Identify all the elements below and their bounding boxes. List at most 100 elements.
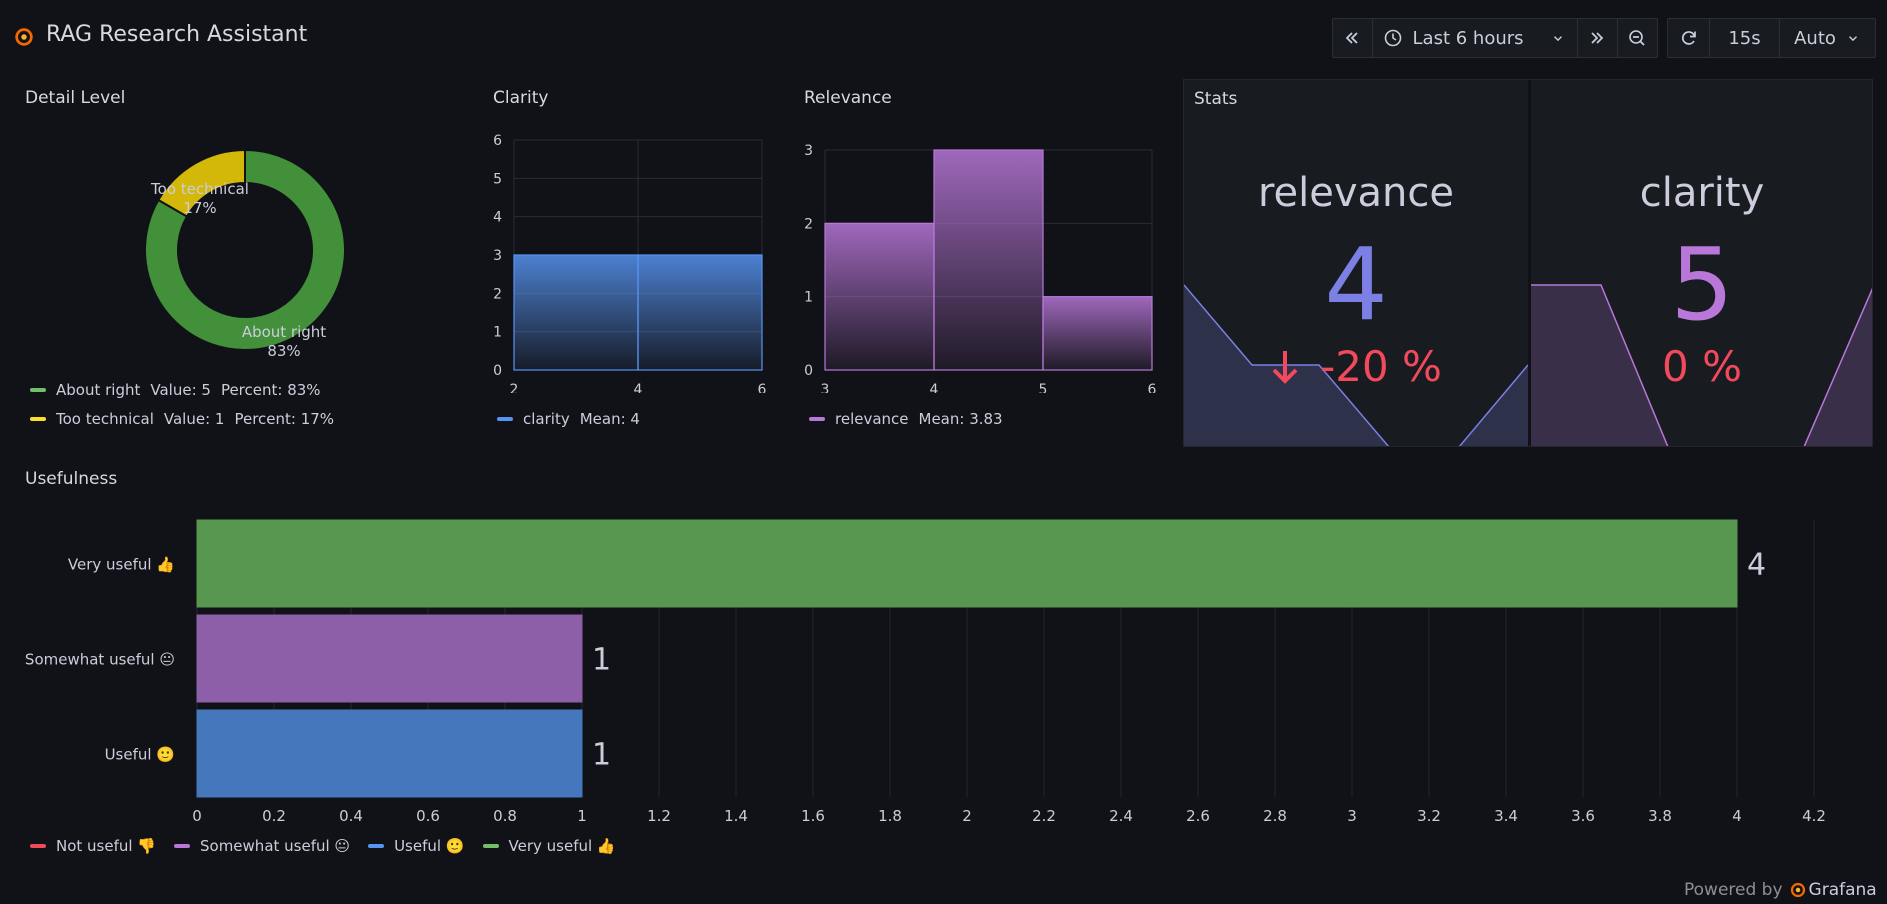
legend-name: relevance	[835, 410, 909, 428]
x-tick-label: 3.2	[1417, 807, 1441, 825]
auto-refresh-picker[interactable]: Auto	[1780, 19, 1874, 57]
bar-0[interactable]	[196, 519, 1738, 608]
legend-value: Value: 5	[150, 381, 211, 399]
slice-label-name: Too technical	[151, 180, 249, 198]
legend-item-about-right[interactable]: About right Value: 5 Percent: 83%	[30, 381, 321, 399]
x-tick-label: 3.6	[1571, 807, 1595, 825]
legend-swatch	[482, 844, 499, 848]
histogram-bar[interactable]	[513, 254, 639, 371]
legend-name: clarity	[523, 410, 570, 428]
clarity-title[interactable]: Clarity	[493, 88, 548, 108]
powered-by-text: Powered by	[1684, 880, 1783, 900]
y-tick-label: 2	[493, 286, 502, 302]
histogram-bar[interactable]	[824, 222, 935, 371]
bar-1[interactable]	[196, 614, 583, 703]
x-tick-label: 1.6	[801, 807, 825, 825]
y-tick-label: 6	[493, 133, 502, 149]
bar-2[interactable]	[196, 709, 583, 798]
category-label: Somewhat useful 😐	[25, 651, 175, 669]
bar-value-label: 1	[592, 643, 611, 678]
x-tick-label: 0	[192, 807, 202, 825]
bar-value-label: 1	[592, 738, 611, 773]
zoom-out-button[interactable]	[1618, 19, 1657, 57]
legend-percent: Percent: 17%	[234, 410, 335, 428]
x-tick-label: 6	[1148, 382, 1157, 393]
y-tick-label: 1	[804, 290, 813, 306]
legend-swatch	[30, 388, 46, 392]
legend-item-too-technical[interactable]: Too technical Value: 1 Percent: 17%	[30, 410, 334, 428]
y-tick-label: 1	[493, 325, 502, 341]
legend-swatch	[497, 417, 513, 421]
arrow-down-icon	[1272, 350, 1298, 384]
y-tick-label: 4	[493, 210, 502, 226]
refresh-button[interactable]	[1668, 19, 1710, 57]
legend-item-very-useful[interactable]: Very useful 👍	[482, 837, 616, 855]
grafana-brand-text: Grafana	[1808, 880, 1877, 900]
legend-item-somewhat-useful[interactable]: Somewhat useful 😐	[174, 837, 350, 855]
bar-value-label: 4	[1747, 548, 1766, 583]
powered-by-footer[interactable]: Powered by Grafana	[1684, 880, 1877, 900]
time-shift-forward-button[interactable]	[1578, 19, 1618, 57]
relevance-title[interactable]: Relevance	[804, 88, 892, 108]
relevance-legend[interactable]: relevance Mean: 3.83	[809, 410, 1003, 428]
slice-label-pct: 17%	[183, 199, 217, 217]
x-tick-label: 6	[758, 382, 767, 393]
x-tick-label: 4	[634, 382, 643, 393]
legend-name: Somewhat useful 😐	[200, 837, 351, 855]
legend-name: Too technical	[56, 410, 154, 428]
clarity-legend[interactable]: clarity Mean: 4	[497, 410, 640, 428]
x-tick-label: 0.2	[262, 807, 286, 825]
x-tick-label: 3.4	[1494, 807, 1518, 825]
chevrons-right-icon	[1591, 32, 1604, 44]
x-tick-label: 3.8	[1648, 807, 1672, 825]
x-tick-label: 2.6	[1186, 807, 1210, 825]
histogram-bar[interactable]	[637, 254, 763, 371]
dashboard-title: RAG Research Assistant	[46, 22, 308, 47]
legend-item-useful[interactable]: Useful 🙂	[368, 837, 465, 855]
y-tick-label: 2	[804, 216, 813, 232]
legend-item-not-useful[interactable]: Not useful 👎	[30, 837, 156, 855]
usefulness-title[interactable]: Usefulness	[25, 469, 117, 489]
x-tick-label: 3	[1347, 807, 1357, 825]
legend-value: Value: 1	[163, 410, 225, 428]
legend-swatch	[30, 417, 46, 421]
clock-icon	[1384, 29, 1401, 47]
legend-swatch	[368, 844, 385, 848]
y-tick-label: 3	[493, 248, 502, 264]
x-tick-label: 1.2	[647, 807, 671, 825]
x-tick-label: 0.6	[416, 807, 440, 825]
x-tick-label: 0.4	[339, 807, 363, 825]
x-tick-label: 2.2	[1032, 807, 1056, 825]
stat-value-clarity: 5	[1670, 226, 1734, 343]
time-range-label: Last 6 hours	[1412, 27, 1524, 49]
stat-label-clarity: clarity	[1639, 170, 1765, 216]
category-label: Useful 🙂	[105, 746, 175, 764]
legend-swatch	[174, 844, 190, 848]
detail-level-title[interactable]: Detail Level	[25, 88, 125, 108]
y-tick-label: 0	[493, 363, 502, 379]
time-range-picker[interactable]: Last 6 hours	[1373, 19, 1579, 57]
histogram-bar[interactable]	[933, 149, 1044, 371]
time-shift-back-button[interactable]	[1333, 19, 1373, 57]
legend-name: About right	[56, 381, 141, 399]
legend-mean: Mean: 3.83	[918, 410, 1003, 428]
chevron-down-icon	[1848, 36, 1857, 42]
stat-change-relevance: -20 %	[1184, 342, 1528, 391]
clarity-histogram: 0 1 2 3 4 5 6 2 4 6	[493, 133, 767, 393]
category-label: Very useful 👍	[68, 556, 175, 574]
slice-label-about-right: About right 83%	[234, 323, 334, 361]
stat-value-relevance: 4	[1324, 226, 1388, 343]
legend-name: Very useful 👍	[508, 837, 616, 855]
legend-mean: Mean: 4	[579, 410, 640, 428]
time-picker-group: Last 6 hours	[1332, 18, 1658, 58]
legend-swatch	[809, 417, 825, 421]
y-tick-label: 3	[804, 143, 813, 159]
y-tick-label: 0	[804, 363, 813, 379]
x-tick-label: 1	[577, 807, 587, 825]
x-tick-label: 1.4	[724, 807, 748, 825]
refresh-interval-label[interactable]: 15s	[1710, 19, 1780, 57]
refresh-icon	[1681, 31, 1696, 45]
legend-percent: Percent: 83%	[220, 381, 321, 399]
histogram-bar[interactable]	[1042, 296, 1153, 371]
stats-panel: Stats relevance 4 -20 % clarity 5 0 %	[1183, 79, 1873, 447]
